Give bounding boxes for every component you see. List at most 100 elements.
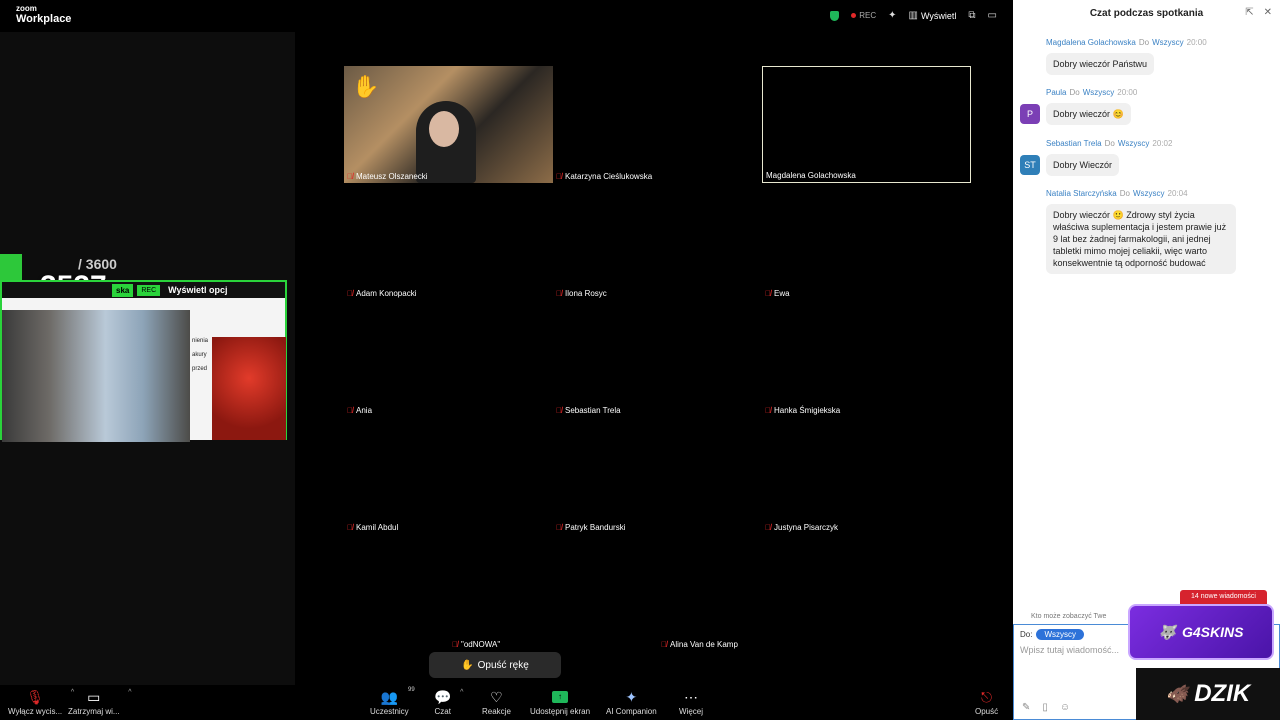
stop-video-button[interactable]: ▭ Zatrzymaj wi... ^ [68, 687, 132, 716]
video-tile[interactable]: 🎙̸ Patryk Bandurski [553, 417, 762, 534]
recipient[interactable]: Wszyscy [1152, 38, 1184, 47]
file-icon[interactable]: ▯ [1042, 702, 1048, 713]
heart-icon: ♡ [490, 689, 503, 705]
video-tile[interactable]: 🎙̸ Ewa [762, 183, 971, 300]
ai-companion-button[interactable]: ✦ AI Companion [606, 687, 657, 716]
participants-count: 99 [408, 687, 415, 693]
participant-name: "odNOWA" [461, 640, 501, 649]
doc-line: przed [192, 366, 208, 372]
rec-label: REC [859, 11, 877, 20]
view-label: Wyświetl [920, 10, 957, 21]
more-button[interactable]: ⋯ Więcej [679, 687, 703, 716]
ai-sparkle-icon: ✦ [625, 689, 638, 705]
encryption-shield-icon[interactable] [830, 10, 840, 21]
chat-message: Sebastian Trela Do Wszyscy 20:02 Dobry Wiec… [1046, 139, 1172, 176]
participants-label: Uczestnicy [370, 707, 409, 716]
lower-hand-button[interactable]: ✋ Opuść rękę [429, 652, 561, 678]
sender-name[interactable]: Sebastian Trela [1046, 139, 1102, 148]
video-tile[interactable]: 🎙̸ "odNOWA" [449, 534, 658, 651]
illustration-image [212, 337, 286, 440]
participant-name: Hanka Śmigiekska [774, 406, 841, 415]
fullscreen-icon[interactable]: ▭ [988, 10, 997, 21]
brand-big: Workplace [16, 13, 72, 25]
recipient[interactable]: Wszyscy [1083, 88, 1115, 97]
mini-rec-label: REC [137, 284, 161, 296]
new-messages-button[interactable]: 14 nowe wiadomości [1180, 590, 1267, 604]
video-tile[interactable]: 🎙̸ Alina Van de Kamp [658, 534, 867, 651]
video-tile[interactable]: 🎙̸ Kamil Abdul [344, 417, 553, 534]
raised-hand-icon: ✋ [352, 74, 380, 99]
mini-speaker-name: ska [112, 283, 134, 297]
message-input[interactable]: Wpisz tutaj wiadomość... [1020, 645, 1119, 655]
avatar: ST [1020, 155, 1040, 175]
participants-button[interactable]: 👥 99 Uczestnicy [370, 687, 415, 716]
doc-line: akury [192, 352, 207, 358]
chat-message: Magdalena Golachowska Do Wszyscy 20:00 Dobr… [1046, 38, 1207, 75]
share-screen-icon: ↑ [552, 691, 569, 703]
chat-button[interactable]: 💬 Czat ^ [434, 687, 463, 716]
grid-view-icon: ▥ [908, 10, 918, 21]
video-tile[interactable]: 🎙̸ Katarzyna Cieślukowska [553, 66, 762, 183]
mute-button[interactable]: 🎙 Wyłącz wycis... ^ [8, 687, 74, 716]
who-can-see-link[interactable]: Kto może zobaczyć Twe [1031, 613, 1106, 620]
format-icon[interactable]: ✎ [1022, 702, 1030, 713]
to-word: Do [1069, 88, 1080, 97]
video-tile[interactable]: 🎙̸ Adam Konopacki [344, 183, 553, 300]
minimize-window-icon[interactable]: ⧉ [968, 10, 975, 21]
mini-meeting-window: ska REC Wyświetl opcj nienia akury przed [0, 280, 287, 442]
reactions-label: Reakcje [482, 707, 511, 716]
view-button[interactable]: ▥ Wyświetl [909, 10, 957, 21]
wolf-logo-icon: 🐺 [1158, 623, 1176, 640]
leave-button[interactable]: ⎋ Opuść [975, 687, 998, 716]
to-word: Do [1119, 189, 1130, 198]
mic-muted-icon: 🎙̸ [556, 289, 562, 298]
timestamp: 20:00 [1186, 38, 1207, 47]
zoom-logo: zoom Workplace [16, 5, 71, 25]
participant-name: Mateusz Olszanecki [356, 172, 428, 181]
to-word: Do [1104, 139, 1115, 148]
recipient[interactable]: Wszyscy [1133, 189, 1165, 198]
leave-icon: ⎋ [981, 689, 993, 705]
boar-logo-icon: 🐗 [1165, 683, 1189, 704]
timestamp: 20:00 [1117, 88, 1138, 97]
recipient[interactable]: Wszyscy [1118, 139, 1150, 148]
video-tile[interactable]: 🎙̸ Hanka Śmigiekska [762, 300, 971, 417]
share-screen-button[interactable]: ↑ Udostępnij ekran [530, 687, 590, 716]
sender-name[interactable]: Paula [1046, 88, 1066, 97]
meeting-toolbar: 🎙 Wyłącz wycis... ^ ▭ Zatrzymaj wi... ^ … [0, 685, 1013, 720]
chevron-up-icon[interactable]: ^ [128, 689, 131, 696]
participant-name: Kamil Abdul [356, 523, 399, 532]
mic-muted-icon: 🎙 [26, 689, 44, 705]
timestamp: 20:04 [1167, 189, 1188, 198]
mic-muted-icon: 🎙̸ [347, 523, 353, 532]
participant-name: Ewa [774, 289, 790, 298]
message-bubble: Dobry wieczór Państwu [1046, 53, 1155, 75]
leave-label: Opuść [975, 707, 999, 716]
video-tile[interactable]: ✋ 🎙̸ Mateusz Olszanecki [344, 66, 553, 183]
sender-name[interactable]: Natalia Starczyńska [1046, 189, 1117, 198]
more-label: Więcej [679, 707, 704, 716]
mic-muted-icon: 🎙̸ [452, 640, 458, 649]
emoji-icon[interactable]: ☺ [1060, 702, 1070, 713]
share-label: Udostępnij ekran [530, 707, 591, 716]
chevron-up-icon[interactable]: ^ [460, 689, 463, 696]
video-tile[interactable]: 🎙̸ Sebastian Trela [553, 300, 762, 417]
video-tile[interactable]: 🎙̸ Ania [344, 300, 553, 417]
chat-title: Czat podczas spotkania [1089, 8, 1204, 19]
chat-icon: 💬 [434, 689, 452, 705]
camera-icon: ▭ [87, 689, 101, 705]
participant-name: Patryk Bandurski [565, 523, 626, 532]
popout-icon[interactable]: ⇱ [1245, 7, 1253, 18]
sender-name[interactable]: Magdalena Golachowska [1046, 38, 1136, 47]
chat-message: Paula Do Wszyscy 20:00 Dobry wieczór 😊 [1046, 88, 1137, 125]
mic-muted-icon: 🎙̸ [556, 172, 562, 181]
active-speaker-tile[interactable]: Magdalena Golachowska [762, 66, 971, 183]
mute-label: Wyłącz wycis... [8, 707, 63, 716]
recipient-select[interactable]: Wszyscy [1036, 629, 1085, 640]
video-tile[interactable]: 🎙̸ Justyna Pisarczyk [762, 417, 971, 534]
close-icon[interactable]: ✕ [1264, 7, 1272, 18]
reactions-button[interactable]: ♡ Reakcje [482, 687, 511, 716]
ai-sparkle-icon[interactable]: ✦ [888, 10, 896, 21]
recording-indicator[interactable]: REC [851, 11, 876, 20]
video-tile[interactable]: 🎙̸ Ilona Rosyc [553, 183, 762, 300]
